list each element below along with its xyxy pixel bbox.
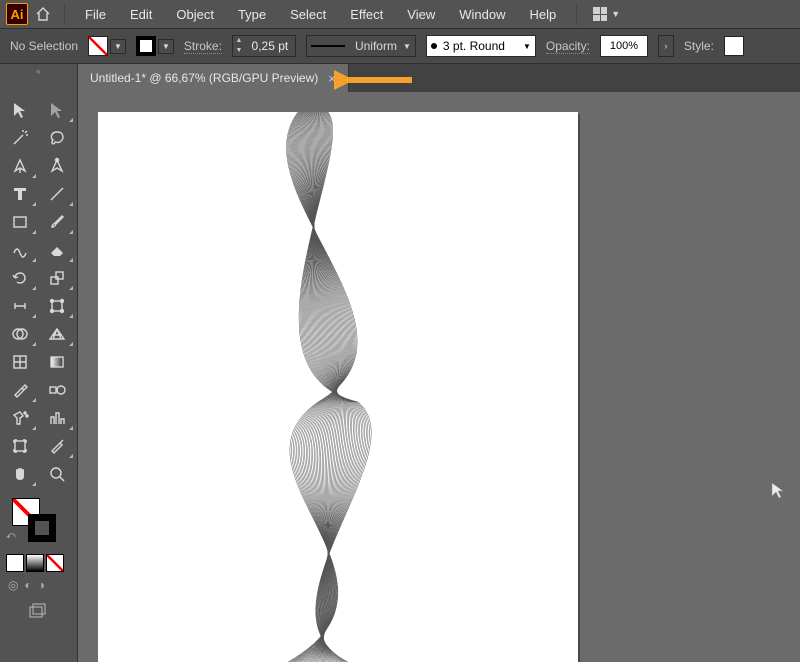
menu-object[interactable]: Object [166,3,224,26]
stroke-swatch [136,36,156,56]
opacity-flyout-button[interactable]: › [658,35,674,57]
paintbrush-tool[interactable] [39,208,75,236]
menu-type[interactable]: Type [228,3,276,26]
document-area: Untitled-1* @ 66,67% (RGB/GPU Preview) × [78,64,800,662]
rectangle-tool[interactable] [2,208,38,236]
blend-tool[interactable] [39,376,75,404]
toolbox-header [0,78,77,94]
selection-status: No Selection [10,39,78,53]
stroke-color-box[interactable] [28,514,56,542]
color-mode-solid[interactable] [6,554,24,572]
stroke-swatch-dropdown[interactable]: ▼ [136,36,174,56]
menu-help[interactable]: Help [519,3,566,26]
chevron-down-icon: ▼ [158,39,174,54]
brush-definition[interactable]: 3 pt. Round ▼ [426,35,536,57]
pen-tool[interactable] [2,152,38,180]
fill-swatch [88,36,108,56]
graphic-style-swatch[interactable] [724,36,744,56]
color-mode-none[interactable] [46,554,64,572]
hand-tool[interactable] [2,460,38,488]
profile-preview [311,45,345,47]
brush-preview-icon [431,43,437,49]
workspace-switcher[interactable]: ▼ [587,3,626,25]
document-tab-bar: Untitled-1* @ 66,67% (RGB/GPU Preview) × [78,64,800,92]
type-tool[interactable] [2,180,38,208]
menu-window[interactable]: Window [449,3,515,26]
style-label: Style: [684,39,714,53]
screen-mode-button[interactable] [0,596,77,624]
gradient-tool[interactable] [39,348,75,376]
selection-tool[interactable] [2,96,38,124]
artboard-tool[interactable] [2,432,38,460]
lasso-tool[interactable] [39,124,75,152]
main-area: « [0,64,800,662]
eraser-tool[interactable] [39,236,75,264]
menu-view[interactable]: View [397,3,445,26]
fill-stroke-control[interactable]: ⤺ [6,496,71,546]
magic-wand-tool[interactable] [2,124,38,152]
chevron-down-icon: ▼ [110,39,126,54]
menu-select[interactable]: Select [280,3,336,26]
home-icon[interactable] [32,3,54,25]
stroke-weight-stepper[interactable]: ▲▼ [233,36,245,56]
menu-separator [576,3,577,25]
menu-effect[interactable]: Effect [340,3,393,26]
document-tab[interactable]: Untitled-1* @ 66,67% (RGB/GPU Preview) × [78,64,349,92]
draw-modes: ◎ ◐ ◑ [0,574,77,596]
grid-icon [593,7,607,21]
mesh-tool[interactable] [2,348,38,376]
eyedropper-tool[interactable] [2,376,38,404]
toolbox: « [0,64,78,662]
draw-inside-icon[interactable]: ◑ [38,578,45,592]
perspective-grid-tool[interactable] [39,320,75,348]
slice-tool[interactable] [39,432,75,460]
menu-edit[interactable]: Edit [120,3,162,26]
shape-builder-tool[interactable] [2,320,38,348]
line-segment-tool[interactable] [39,180,75,208]
column-graph-tool[interactable] [39,404,75,432]
rotate-tool[interactable] [2,264,38,292]
stroke-weight-input[interactable] [245,39,295,53]
control-bar: No Selection ▼ ▼ Stroke: ▲▼ Uniform ▼ 3 … [0,28,800,64]
menu-file[interactable]: File [75,3,116,26]
width-tool[interactable] [2,292,38,320]
cursor-icon [770,482,786,503]
free-transform-tool[interactable] [39,292,75,320]
chevron-down-icon: ▼ [611,9,620,19]
draw-normal-icon[interactable]: ◎ [8,578,18,592]
opacity-label[interactable]: Opacity: [546,39,590,54]
brush-label: 3 pt. Round [443,39,505,53]
direct-selection-tool[interactable] [39,96,75,124]
draw-behind-icon[interactable]: ◐ [24,578,31,592]
panel-collapse-handle[interactable]: « [0,64,77,78]
swap-fill-stroke-icon[interactable]: ⤺ [6,530,16,541]
color-mode-gradient[interactable] [26,554,44,572]
app-logo: Ai [6,3,28,25]
shaper-tool[interactable] [2,236,38,264]
artboard [98,112,578,662]
stroke-weight-field[interactable]: ▲▼ [232,35,296,57]
canvas[interactable] [78,92,800,662]
close-tab-icon[interactable]: × [328,71,336,86]
chevron-down-icon: ▼ [403,42,411,51]
variable-width-profile[interactable]: Uniform ▼ [306,35,416,57]
opacity-value[interactable]: 100% [600,35,648,57]
curvature-tool[interactable] [39,152,75,180]
document-tab-title: Untitled-1* @ 66,67% (RGB/GPU Preview) [90,71,318,85]
symbol-sprayer-tool[interactable] [2,404,38,432]
zoom-tool[interactable] [39,460,75,488]
profile-label: Uniform [355,39,397,53]
menu-separator [64,3,65,25]
color-mode-bar [0,552,77,574]
chevron-down-icon: ▼ [523,42,531,51]
stroke-label[interactable]: Stroke: [184,39,222,54]
menu-bar: Ai File Edit Object Type Select Effect V… [0,0,800,28]
fill-swatch-dropdown[interactable]: ▼ [88,36,126,56]
scale-tool[interactable] [39,264,75,292]
